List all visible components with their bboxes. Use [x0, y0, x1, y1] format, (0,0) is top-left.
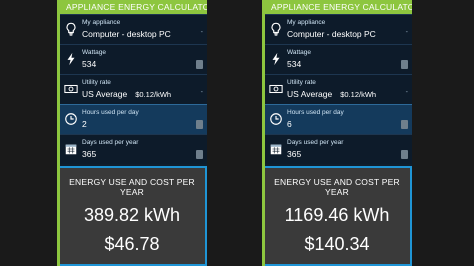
wattage-field[interactable]: Wattage 534 — [60, 44, 207, 74]
appliance-value: Computer - desktop PC — [82, 29, 171, 39]
wattage-value: 534 — [287, 59, 302, 69]
lightbulb-icon — [267, 20, 285, 38]
clock-icon — [267, 110, 285, 128]
appliance-select[interactable]: My appliance Computer - desktop PC - — [60, 14, 207, 44]
appliance-label: My appliance — [82, 19, 121, 26]
hours-value: 6 — [287, 119, 292, 129]
utility-rate-amount: $0.12/kWh — [135, 90, 172, 99]
calendar-icon — [62, 140, 80, 158]
calculator-panel-2: APPLIANCE ENERGY CALCULATOR My appliance… — [262, 0, 412, 266]
energy-use-value: 1169.46 kWh — [284, 205, 390, 225]
dollar-bill-icon — [267, 80, 285, 98]
hours-stepper[interactable] — [196, 120, 203, 129]
calculator-header: APPLIANCE ENERGY CALCULATOR — [265, 0, 412, 14]
wattage-value: 534 — [82, 59, 97, 69]
result-title: ENERGY USE AND COST PER YEAR — [69, 177, 195, 197]
utility-rate-label: Utility rate — [82, 79, 111, 86]
energy-use-value: 389.82 kWh — [83, 205, 181, 225]
hours-per-day-field[interactable]: Hours used per day 2 — [60, 104, 207, 134]
utility-rate-amount: $0.12/kWh — [340, 90, 377, 99]
wattage-label: Wattage — [287, 49, 311, 56]
calendar-icon — [267, 140, 285, 158]
utility-rate-value: US Average $0.12/kWh — [287, 89, 376, 99]
dollar-bill-icon — [62, 80, 80, 98]
calculator-panel-1: APPLIANCE ENERGY CALCULATOR My appliance… — [57, 0, 207, 266]
dropdown-indicator[interactable]: - — [201, 29, 203, 36]
days-label: Days used per year — [82, 139, 139, 146]
hours-label: Hours used per day — [82, 109, 139, 116]
hours-label: Hours used per day — [287, 109, 344, 116]
hours-value: 2 — [82, 119, 87, 129]
result-box: ENERGY USE AND COST PER YEAR 1169.46 kWh… — [265, 166, 412, 266]
days-per-year-field[interactable]: Days used per year 365 — [60, 134, 207, 164]
days-value: 365 — [82, 149, 97, 159]
lightning-icon — [62, 50, 80, 68]
utility-name: US Average — [287, 89, 333, 99]
lightning-icon — [267, 50, 285, 68]
utility-rate-label: Utility rate — [287, 79, 316, 86]
days-stepper[interactable] — [196, 150, 203, 159]
hours-stepper[interactable] — [401, 120, 408, 129]
wattage-stepper[interactable] — [196, 60, 203, 69]
days-per-year-field[interactable]: Days used per year 365 — [265, 134, 412, 164]
dropdown-indicator[interactable]: - — [201, 89, 203, 96]
appliance-value: Computer - desktop PC — [287, 29, 376, 39]
cost-value: $46.78 — [104, 234, 160, 254]
utility-rate-value: US Average $0.12/kWh — [82, 89, 171, 99]
appliance-select[interactable]: My appliance Computer - desktop PC - — [265, 14, 412, 44]
lightbulb-icon — [62, 20, 80, 38]
appliance-label: My appliance — [287, 19, 326, 26]
utility-rate-select[interactable]: Utility rate US Average $0.12/kWh - — [60, 74, 207, 104]
result-box: ENERGY USE AND COST PER YEAR 389.82 kWh … — [60, 166, 207, 266]
cost-value: $140.34 — [304, 234, 370, 254]
utility-rate-select[interactable]: Utility rate US Average $0.12/kWh - — [265, 74, 412, 104]
wattage-stepper[interactable] — [401, 60, 408, 69]
days-value: 365 — [287, 149, 302, 159]
clock-icon — [62, 110, 80, 128]
wattage-label: Wattage — [82, 49, 106, 56]
days-stepper[interactable] — [401, 150, 408, 159]
dropdown-indicator[interactable]: - — [406, 89, 408, 96]
calculator-header: APPLIANCE ENERGY CALCULATOR — [60, 0, 207, 14]
result-title: ENERGY USE AND COST PER YEAR — [274, 177, 400, 197]
hours-per-day-field[interactable]: Hours used per day 6 — [265, 104, 412, 134]
wattage-field[interactable]: Wattage 534 — [265, 44, 412, 74]
utility-name: US Average — [82, 89, 128, 99]
dropdown-indicator[interactable]: - — [406, 29, 408, 36]
days-label: Days used per year — [287, 139, 344, 146]
